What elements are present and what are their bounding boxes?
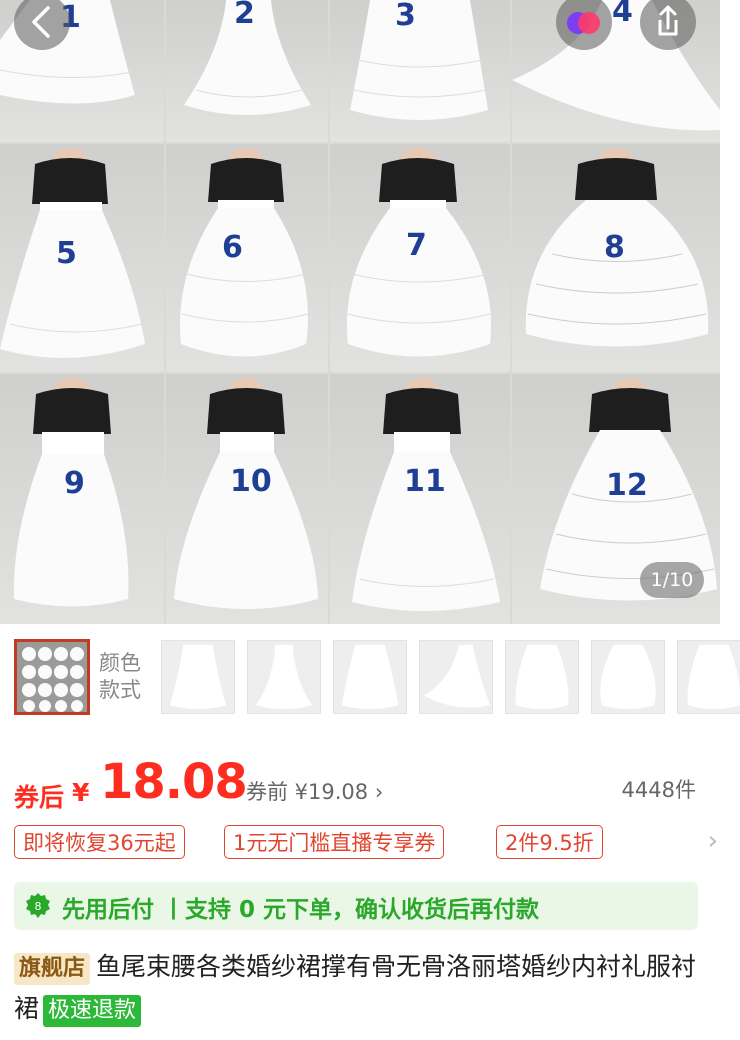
variant-thumb-grid[interactable] bbox=[14, 639, 90, 715]
variant-thumb-3[interactable] bbox=[333, 640, 407, 714]
petticoat-photo-6: 6 bbox=[166, 144, 328, 372]
petticoat-photo-2: 2 bbox=[166, 0, 328, 142]
price-before-text: 券前 ¥19.08 bbox=[246, 780, 369, 804]
promo-tag-3[interactable]: 2件9.5折 bbox=[496, 825, 603, 859]
chevron-left-icon bbox=[32, 6, 50, 38]
currency-symbol: ¥ bbox=[72, 778, 90, 807]
price-value: 18.08 bbox=[100, 754, 248, 810]
variant-label-style: 款式 bbox=[99, 678, 141, 702]
price-section: 券后 ¥ 18.08 券前 ¥19.08 › 4448件 bbox=[14, 754, 714, 814]
fast-refund-badge: 极速退款 bbox=[43, 995, 142, 1027]
variant-thumb-5[interactable] bbox=[505, 640, 579, 714]
variant-thumb-2[interactable] bbox=[247, 640, 321, 714]
price-before-coupon-link[interactable]: 券前 ¥19.08 › bbox=[246, 776, 383, 806]
petticoat-photo-3: 3 bbox=[330, 0, 510, 142]
petticoat-photo-7: 7 bbox=[330, 144, 510, 372]
style-number-label: 12 bbox=[606, 468, 648, 503]
product-title: 旗舰店 鱼尾束腰各类婚纱裙撑有骨无骨洛丽塔婚纱内衬礼服衬裙 极速退款 bbox=[14, 946, 714, 1030]
pay-later-banner[interactable]: 8 先用后付 丨支持 0 元下单，确认收货后再付款 bbox=[14, 882, 698, 930]
petticoat-photo-8: 8 bbox=[512, 144, 720, 372]
style-number-label: 2 bbox=[234, 0, 255, 31]
style-number-label: 10 bbox=[230, 464, 272, 499]
variant-thumb-4[interactable] bbox=[419, 640, 493, 714]
variant-thumb-1[interactable] bbox=[161, 640, 235, 714]
image-counter: 1/10 bbox=[640, 562, 704, 598]
pay-later-text: 先用后付 丨支持 0 元下单，确认收货后再付款 bbox=[62, 897, 540, 923]
style-number-label: 8 bbox=[604, 230, 625, 265]
app-logo-icon bbox=[567, 12, 600, 34]
price-after-coupon-label: 券后 bbox=[14, 783, 65, 812]
variant-label: 颜色 款式 bbox=[99, 650, 141, 704]
chevron-right-icon: › bbox=[374, 780, 384, 804]
variant-thumbnail-strip[interactable]: 颜色 款式 bbox=[0, 639, 740, 720]
style-number-label: 5 bbox=[56, 236, 77, 271]
variant-thumb-7[interactable] bbox=[677, 640, 740, 714]
paylater-badge-icon: 8 bbox=[26, 893, 50, 918]
style-number-label: 7 bbox=[406, 228, 427, 263]
petticoat-photo-10: 10 bbox=[166, 374, 328, 624]
style-number-label: 6 bbox=[222, 230, 243, 265]
share-button[interactable] bbox=[640, 0, 696, 50]
style-number-label: 3 bbox=[395, 0, 416, 33]
back-button[interactable] bbox=[14, 0, 70, 50]
variant-thumb-6[interactable] bbox=[591, 640, 665, 714]
variant-label-color: 颜色 bbox=[99, 651, 141, 675]
petticoat-photo-5: 5 bbox=[0, 144, 164, 372]
style-number-label: 9 bbox=[64, 466, 85, 501]
svg-text:8: 8 bbox=[35, 900, 42, 913]
petticoat-photo-11: 11 bbox=[330, 374, 510, 624]
sold-count: 4448件 bbox=[621, 778, 696, 802]
share-to-app-button[interactable] bbox=[556, 0, 612, 50]
promo-tag-1[interactable]: 即将恢复36元起 bbox=[14, 825, 185, 859]
promo-more-chevron-icon[interactable]: › bbox=[708, 826, 718, 856]
product-image-gallery[interactable]: 1 2 3 4 5 6 7 8 9 10 11 12 1/10 bbox=[0, 0, 720, 624]
petticoat-photo-9: 9 bbox=[0, 374, 164, 624]
style-number-label: 11 bbox=[404, 464, 446, 499]
style-number-label: 4 bbox=[612, 0, 633, 29]
flagship-store-badge: 旗舰店 bbox=[14, 953, 91, 985]
share-icon bbox=[658, 5, 678, 36]
promo-tag-2[interactable]: 1元无门槛直播专享券 bbox=[224, 825, 445, 859]
